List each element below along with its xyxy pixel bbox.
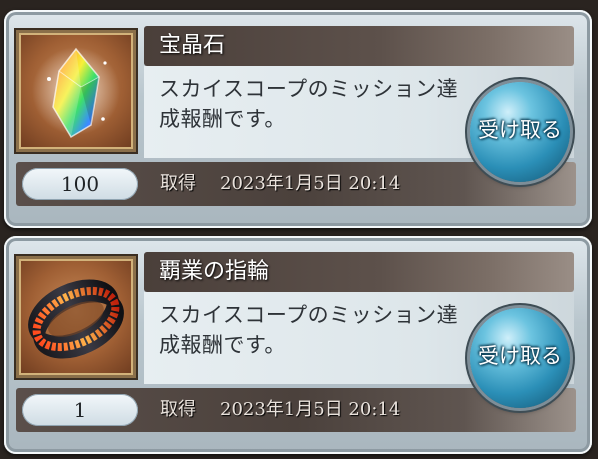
receive-button-label: 受け取る: [478, 118, 562, 142]
ring-icon: [28, 279, 124, 359]
crystal-icon: [32, 47, 120, 139]
obtain-label: 取得: [160, 399, 196, 420]
item-name: 覇業の指輪: [159, 259, 270, 284]
obtain-time: 2023年1月5日 20:14: [220, 173, 401, 194]
receive-button[interactable]: 受け取る: [470, 308, 570, 408]
receive-button[interactable]: 受け取る: [470, 82, 570, 182]
item-name: 宝晶石: [159, 33, 226, 58]
obtain-time: 2023年1月5日 20:14: [220, 399, 401, 420]
item-title-bar: 宝晶石: [144, 26, 574, 66]
quantity-badge: 100: [22, 168, 138, 200]
quantity-badge: 1: [22, 394, 138, 426]
reward-card: 覇業の指輪 スカイスコープのミッション達成報酬です。 1 取得 2023年1月5…: [4, 236, 592, 454]
item-description: スカイスコープのミッション達成報酬です。: [159, 77, 459, 131]
item-description: スカイスコープのミッション達成報酬です。: [159, 303, 459, 357]
item-title-bar: 覇業の指輪: [144, 252, 574, 292]
item-icon-frame: [16, 30, 136, 152]
receive-button-label: 受け取る: [478, 344, 562, 368]
reward-card: 宝晶石 スカイスコープのミッション達成報酬です。 100 取得 2023年1月5…: [4, 10, 592, 228]
obtain-label: 取得: [160, 173, 196, 194]
item-icon-frame: [16, 256, 136, 378]
